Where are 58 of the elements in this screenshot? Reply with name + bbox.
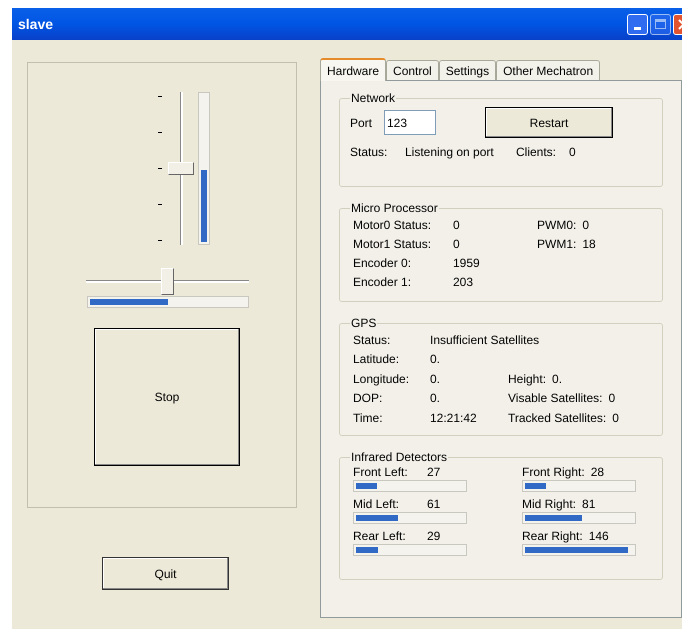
field-value: 203 [453,274,474,290]
field-label: Motor1 Status: [353,236,432,252]
window-title: slave [18,14,54,34]
quit-button[interactable]: Quit [102,557,229,590]
field-value: 0 [453,216,461,234]
detector-label: Front Right: [522,464,585,481]
field-label: Tracked Satellites: [508,410,606,427]
detector-value: 29 [427,528,440,545]
field-value: 0 [612,410,619,427]
field-label: PWM0: [537,216,576,234]
field-label: Status: [353,332,392,349]
field-label: Visable Satellites: [508,390,602,408]
field-value: 0. [430,351,442,368]
status-label: Status: [350,144,388,161]
detector-value: 146 [588,528,609,545]
detector-label: Mid Left: [353,496,400,513]
tab[interactable]: Hardware [320,58,386,81]
field-value: 0. [430,390,442,408]
group-title: Micro Processor [350,201,439,215]
field-value: 1959 [453,254,481,272]
clients-value: 0 [569,144,576,161]
detector-label: Front Left: [353,464,409,481]
group-title: Network [350,91,396,105]
stop-button[interactable]: Stop [94,328,240,466]
detector-label: Mid Right: [522,496,576,513]
field-value: 0 [608,390,616,408]
field-label: Latitude: [353,351,400,368]
detector-value: 81 [582,496,596,513]
detector-value: 61 [427,496,440,513]
restart-button[interactable]: Restart [485,107,613,138]
field-label: Longitude: [353,370,410,388]
field-label: DOP: [353,390,384,408]
detector-value: 28 [590,464,604,481]
field-value: 0 [453,236,461,252]
field-label: PWM1: [537,236,576,252]
detector-label: Rear Left: [353,528,407,545]
field-label: Height: [508,370,546,388]
field-label: Encoder 1: [353,274,412,290]
field-value: 0. [552,370,562,388]
tab[interactable]: Control [386,60,439,80]
field-value: 12:21:42 [430,410,478,427]
port-label: Port [350,114,374,132]
tab[interactable]: Settings [438,60,496,80]
port-field[interactable]: 123 [384,110,436,135]
status-value: Listening on port [405,144,495,161]
group-title: GPS [350,316,378,330]
tab[interactable]: Other Mechatron [496,60,600,80]
detector-value: 27 [427,464,440,481]
field-label: Encoder 0: [353,254,412,272]
field-value: 18 [582,236,596,252]
field-label: Motor0 Status: [353,216,432,234]
clients-label: Clients: [516,144,558,161]
group-title: Infrared Detectors [350,450,448,464]
detector-label: Rear Right: [522,528,583,545]
field-value: 0 [582,216,590,234]
field-label: Time: [353,410,384,427]
field-value: Insufficient Satellites [430,332,540,349]
field-value: 0. [430,370,442,388]
